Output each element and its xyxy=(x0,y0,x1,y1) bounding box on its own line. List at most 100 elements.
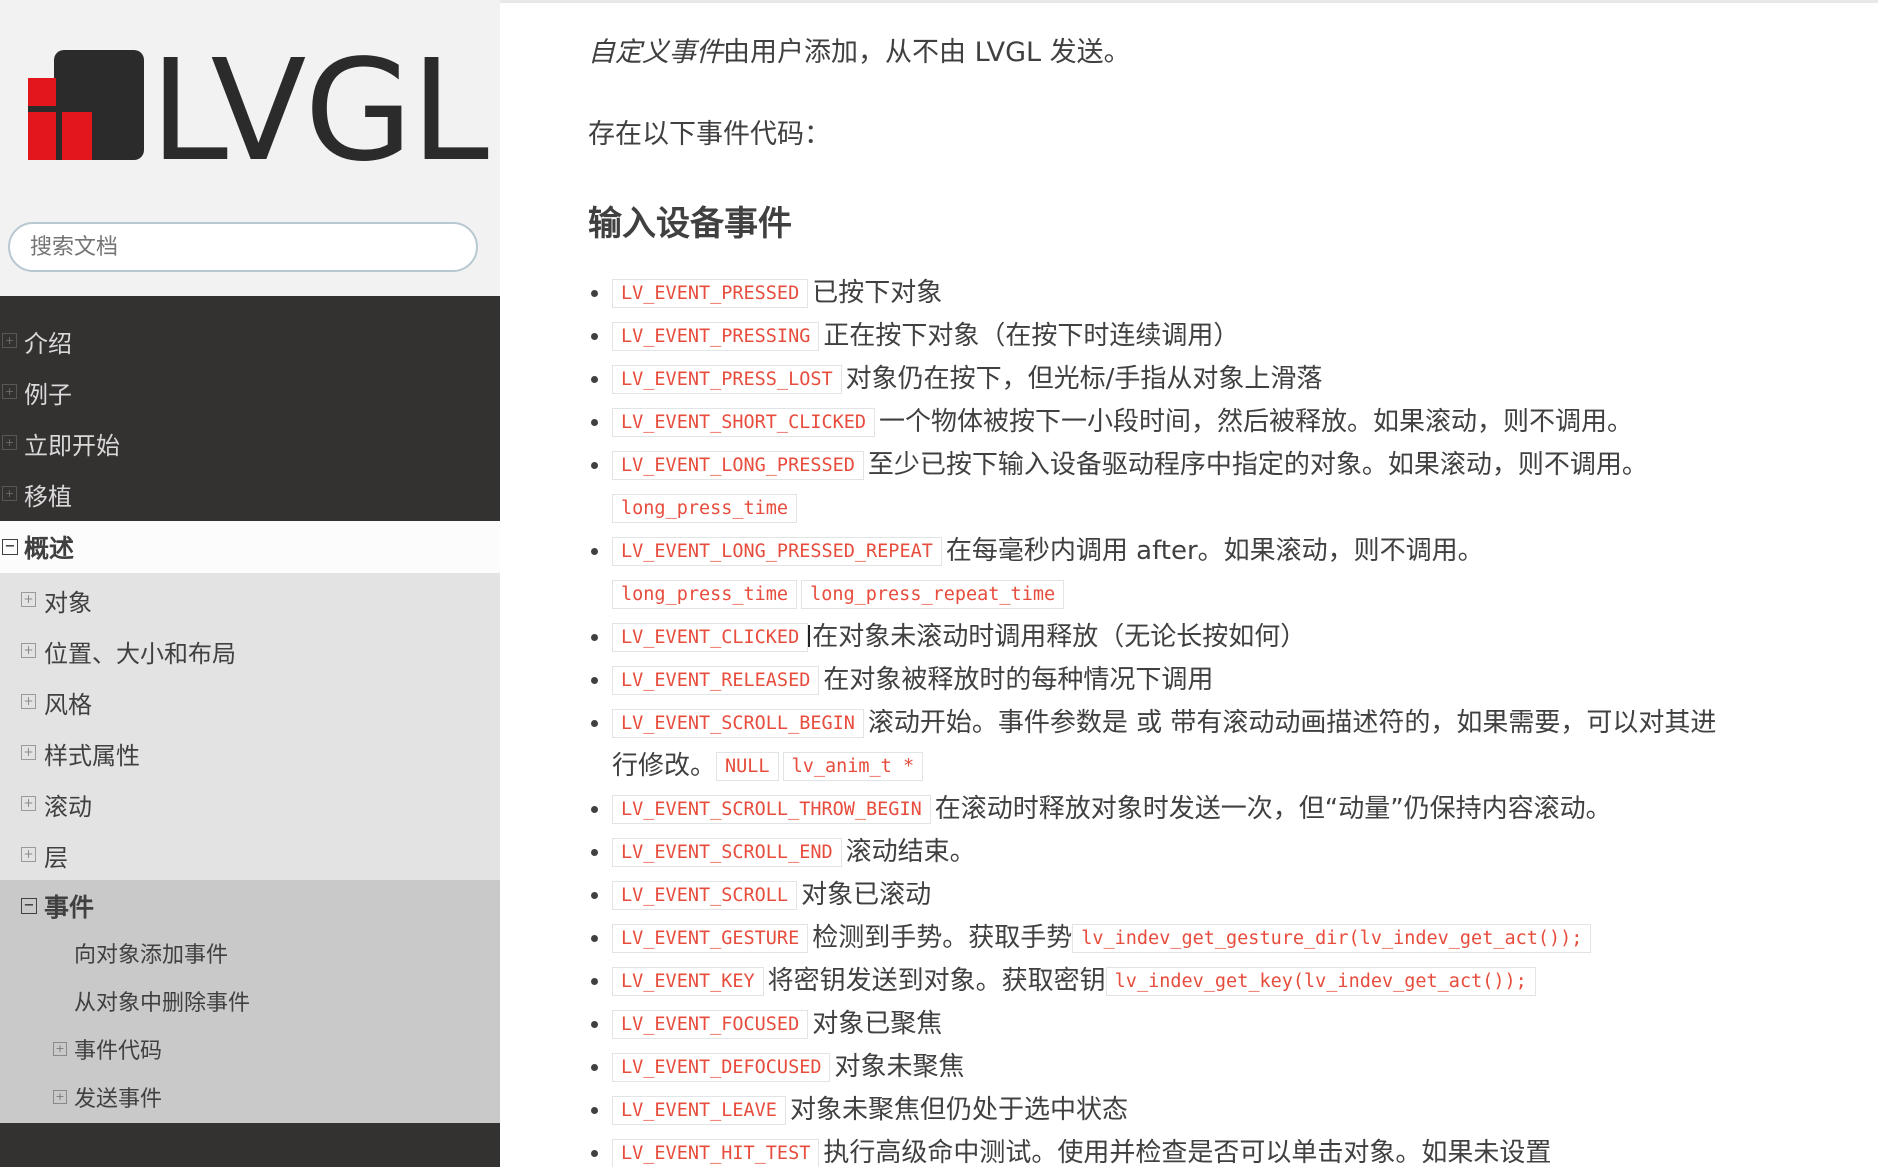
event-code: LV_EVENT_HIT_TEST xyxy=(612,1139,820,1167)
nav-item-send-events[interactable]: + 发送事件 xyxy=(0,1073,500,1121)
list-item: LV_EVENT_PRESS_LOST 对象仍在按下，但光标/手指从对象上滑落 xyxy=(591,358,1852,401)
event-code: LV_EVENT_SCROLL_THROW_BEGIN xyxy=(612,795,931,824)
nav-item-label: 例子 xyxy=(24,381,72,409)
nav-item-porting[interactable]: + 移植 xyxy=(0,469,500,520)
param-code: lv_anim_t * xyxy=(782,752,924,781)
event-code: LV_EVENT_LEAVE xyxy=(612,1096,786,1125)
collapse-icon[interactable]: − xyxy=(21,898,37,914)
event-code: LV_EVENT_PRESS_LOST xyxy=(612,365,842,394)
list-item: LV_EVENT_LONG_PRESSED_REPEAT 在每毫秒内调用 afte… xyxy=(591,530,1852,616)
list-item: LV_EVENT_SCROLL_THROW_BEGIN 在滚动时释放对象时发送一次… xyxy=(591,788,1852,831)
event-description: 对象已滚动 xyxy=(801,880,932,910)
list-item: LV_EVENT_FOCUSED 对象已聚焦 xyxy=(591,1003,1852,1046)
param-code: long_press_repeat_time xyxy=(801,580,1065,609)
event-description: 对象未聚焦 xyxy=(834,1052,965,1082)
nav-item-event-codes[interactable]: + 事件代码 xyxy=(0,1025,500,1073)
event-description: 滚动开始。事件参数是 或 带有滚动动画描述符的，如果需要，可以对其进 xyxy=(867,708,1717,738)
param-code: long_press_time xyxy=(612,494,798,523)
collapse-icon[interactable]: − xyxy=(2,539,18,555)
nav-item-examples[interactable]: + 例子 xyxy=(0,367,500,418)
search-box[interactable] xyxy=(8,222,478,272)
event-code: LV_EVENT_DEFOCUSED xyxy=(612,1053,831,1082)
nav-item-label: 对象 xyxy=(44,589,92,617)
expand-icon[interactable]: + xyxy=(2,486,17,501)
tail-code: lv_indev_get_gesture_dir(lv_indev_get_ac… xyxy=(1072,924,1592,953)
extra-codes: long_press_time long_press_repeat_time xyxy=(612,573,1852,616)
nav-item-remove-events[interactable]: 从对象中删除事件 xyxy=(0,977,500,1025)
expand-icon[interactable]: + xyxy=(2,333,17,348)
nav-item-add-events[interactable]: 向对象添加事件 xyxy=(0,929,500,977)
intro-paragraph: 自定义事件由用户添加，从不由 LVGL 发送。 xyxy=(588,30,1131,69)
nav-item-layers[interactable]: + 层 xyxy=(0,830,500,881)
expand-icon[interactable]: + xyxy=(53,1090,67,1104)
nav-item-styles[interactable]: + 风格 xyxy=(0,677,500,728)
nav-item-position-size-layout[interactable]: + 位置、大小和布局 xyxy=(0,626,500,677)
list-item: LV_EVENT_CLICKED 在对象未滚动时调用释放（无论长按如何） xyxy=(591,616,1852,659)
expand-icon[interactable]: + xyxy=(21,592,36,607)
expand-icon[interactable]: + xyxy=(21,745,36,760)
expand-icon[interactable]: + xyxy=(53,1042,67,1056)
continuation: 行修改。 NULL lv_anim_t * xyxy=(612,745,1852,788)
nav-item-label: 层 xyxy=(44,844,68,872)
event-code: LV_EVENT_FOCUSED xyxy=(612,1010,809,1039)
list-item: LV_EVENT_SCROLL_BEGIN 滚动开始。事件参数是 或 带有滚动动画… xyxy=(591,702,1852,788)
event-code: LV_EVENT_SHORT_CLICKED xyxy=(612,408,876,437)
nav-item-label: 发送事件 xyxy=(74,1087,163,1112)
expand-icon[interactable]: + xyxy=(2,384,17,399)
event-description: 对象仍在按下，但光标/手指从对象上滑落 xyxy=(845,364,1323,394)
expand-icon[interactable]: + xyxy=(21,847,36,862)
nav-item-label: 风格 xyxy=(44,691,92,719)
event-code: LV_EVENT_SCROLL_BEGIN xyxy=(612,709,864,738)
event-code: LV_EVENT_KEY xyxy=(612,967,764,996)
top-divider xyxy=(500,0,1878,3)
param-code: long_press_time xyxy=(612,580,798,609)
event-code: LV_EVENT_LONG_PRESSED xyxy=(612,451,864,480)
list-item: LV_EVENT_DEFOCUSED 对象未聚焦 xyxy=(591,1046,1852,1089)
expand-icon[interactable]: + xyxy=(21,694,36,709)
nav-events-section: − 事件 向对象添加事件 从对象中删除事件 + 事件代码 + 发送事件 xyxy=(0,880,500,1123)
event-code: LV_EVENT_PRESSED xyxy=(612,279,809,308)
event-description: 已按下对象 xyxy=(812,278,943,308)
nav-item-label: 概述 xyxy=(24,534,75,563)
event-description: 在对象被释放时的每种情况下调用 xyxy=(823,665,1214,695)
event-description: 对象已聚焦 xyxy=(812,1009,943,1039)
expand-icon[interactable]: + xyxy=(2,435,17,450)
event-description: 检测到手势。获取手势 xyxy=(812,923,1073,953)
codes-intro: 存在以下事件代码： xyxy=(588,119,831,150)
event-code: LV_EVENT_LONG_PRESSED_REPEAT xyxy=(612,537,942,566)
nav-top: + 介绍 + 例子 + 立即开始 + 移植 xyxy=(0,296,500,520)
event-description: 滚动结束。 xyxy=(845,837,976,867)
extra-codes: long_press_time xyxy=(612,487,1852,530)
nav-item-label: 位置、大小和布局 xyxy=(44,640,236,668)
event-code: LV_EVENT_CLICKED xyxy=(612,623,809,652)
nav-item-scroll[interactable]: + 滚动 xyxy=(0,779,500,830)
nav-item-label: 滚动 xyxy=(44,793,92,821)
nav-item-style-properties[interactable]: + 样式属性 xyxy=(0,728,500,779)
nav-item-label: 向对象添加事件 xyxy=(74,943,229,968)
search-input[interactable] xyxy=(10,224,476,270)
nav-item-overview[interactable]: − 概述 xyxy=(0,521,500,573)
brand-name[interactable]: LVGL xyxy=(150,42,489,182)
text-cursor-icon xyxy=(808,625,811,647)
nav-item-label: 从对象中删除事件 xyxy=(74,991,251,1016)
event-description: 一个物体被按下一小段时间，然后被释放。如果滚动，则不调用。 xyxy=(879,407,1634,437)
nav-item-events[interactable]: − 事件 xyxy=(0,882,500,929)
lvgl-logo-icon[interactable] xyxy=(28,50,144,160)
expand-icon[interactable]: + xyxy=(21,796,36,811)
nav-item-label: 事件代码 xyxy=(74,1039,163,1064)
event-description: 正在按下对象（在按下时连续调用） xyxy=(823,321,1240,351)
event-description: 执行高级命中测试。使用并检查是否可以单击对象。如果未设置 xyxy=(823,1138,1552,1167)
list-item: LV_EVENT_LEAVE 对象未聚焦但仍处于选中状态 xyxy=(591,1089,1852,1132)
event-code: LV_EVENT_SCROLL_END xyxy=(612,838,842,867)
event-code: LV_EVENT_GESTURE xyxy=(612,924,809,953)
list-item: LV_EVENT_PRESSING 正在按下对象（在按下时连续调用） xyxy=(591,315,1852,358)
nav-item-objects[interactable]: + 对象 xyxy=(0,575,500,626)
brand-header: LVGL xyxy=(0,0,500,296)
main-content: 自定义事件由用户添加，从不由 LVGL 发送。 存在以下事件代码： 输入设备事件… xyxy=(500,0,1878,1167)
nav-item-label: 移植 xyxy=(24,483,72,511)
nav-item-get-started[interactable]: + 立即开始 xyxy=(0,418,500,469)
nav-item-intro[interactable]: + 介绍 xyxy=(0,316,500,367)
event-code: LV_EVENT_RELEASED xyxy=(612,666,820,695)
expand-icon[interactable]: + xyxy=(21,643,36,658)
nav-overview-children: + 对象 + 位置、大小和布局 + 风格 + 样式属性 + 滚动 + 层 xyxy=(0,573,500,880)
